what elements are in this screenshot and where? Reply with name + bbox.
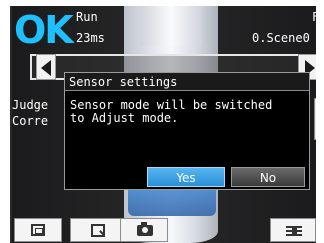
dialog-message: Sensor mode will be switched to Adjust m… bbox=[70, 98, 273, 125]
zoom-icon bbox=[91, 224, 105, 237]
yes-button[interactable]: Yes bbox=[147, 167, 225, 187]
side-panel-tab[interactable] bbox=[314, 98, 316, 140]
arrow-left-icon bbox=[41, 60, 51, 76]
camera-image-bottle-neck bbox=[140, 6, 202, 46]
judgement-result: OK bbox=[14, 8, 74, 52]
frame-button[interactable] bbox=[14, 218, 62, 242]
previous-scene-button[interactable] bbox=[36, 54, 56, 80]
settings-button[interactable] bbox=[270, 218, 316, 242]
judge-label: Judge bbox=[12, 98, 49, 112]
scene-label: 0.Scene0 bbox=[252, 31, 310, 45]
no-button[interactable]: No bbox=[231, 167, 305, 187]
capture-button[interactable] bbox=[120, 218, 168, 242]
zoom-button[interactable] bbox=[70, 218, 124, 242]
sensor-settings-dialog: Sensor settings Sensor mode will be swit… bbox=[64, 72, 310, 190]
sensor-screen: OK Run 23ms F0 0.Scene0 Judge Corre Sens… bbox=[10, 6, 316, 243]
function-indicator: F0 bbox=[312, 10, 316, 24]
correction-label: Corre bbox=[12, 114, 49, 128]
camera-icon bbox=[137, 222, 153, 236]
settings-icon bbox=[286, 225, 302, 237]
mode-label: Run bbox=[76, 10, 98, 24]
frame-icon bbox=[31, 224, 45, 236]
dialog-title: Sensor settings bbox=[65, 73, 309, 91]
processing-time: 23ms bbox=[76, 31, 105, 45]
